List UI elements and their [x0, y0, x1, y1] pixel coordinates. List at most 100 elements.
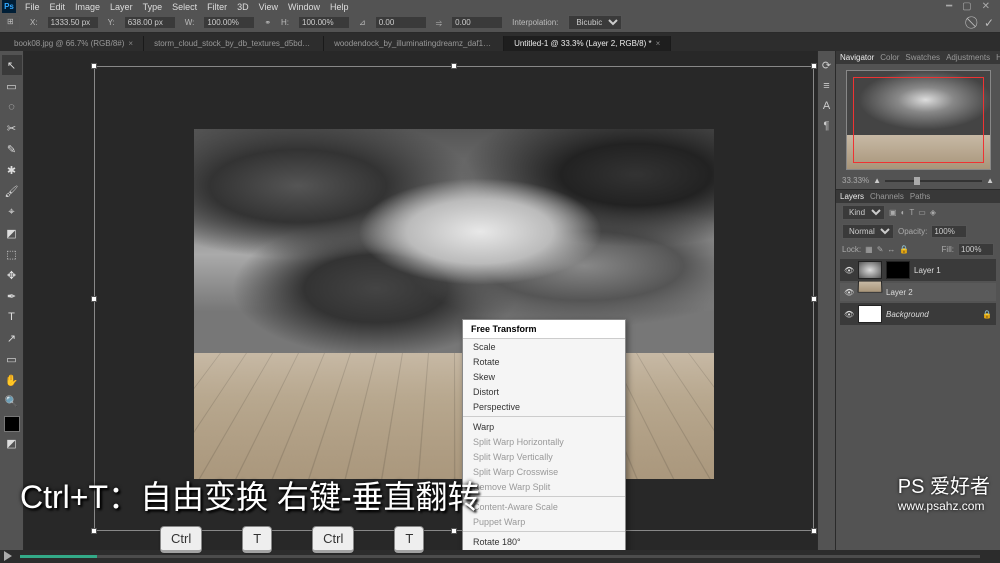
menu-edit[interactable]: Edit — [45, 2, 71, 12]
fill-input[interactable] — [958, 243, 994, 256]
play-icon[interactable] — [4, 551, 12, 561]
zoom-tool[interactable]: 🔍 — [2, 391, 22, 411]
doc-tab-active[interactable]: Untitled-1 @ 33.3% (Layer 2, RGB/8) *× — [504, 36, 671, 51]
layer-filter-kind[interactable]: Kind — [842, 205, 885, 220]
type-tool[interactable]: T — [2, 307, 22, 327]
layer-name[interactable]: Layer 2 — [886, 288, 913, 297]
filter-img-icon[interactable]: ▣ — [889, 208, 897, 217]
menu-file[interactable]: File — [20, 2, 45, 12]
panel-tab-channels[interactable]: Channels — [870, 192, 904, 201]
lock-trans-icon[interactable]: ▦ — [865, 245, 873, 254]
menu-window[interactable]: Window — [283, 2, 325, 12]
visibility-icon[interactable]: 👁 — [844, 266, 854, 275]
layer-row-selected[interactable]: 👁 Layer 2 — [840, 283, 996, 301]
menu-3d[interactable]: 3D — [232, 2, 254, 12]
character-icon[interactable]: A — [823, 100, 830, 112]
menu-select[interactable]: Select — [167, 2, 202, 12]
hand-tool[interactable]: ✋ — [2, 370, 22, 390]
shape-tool[interactable]: ▭ — [2, 349, 22, 369]
quickmask-icon[interactable]: ◩ — [2, 433, 22, 453]
ctx-perspective[interactable]: Perspective — [463, 399, 625, 414]
skew-input[interactable] — [452, 17, 502, 28]
lock-pixels-icon[interactable]: ✎ — [877, 245, 884, 254]
move-tool[interactable]: ↖ — [2, 55, 22, 75]
minimize-icon[interactable]: ━ — [946, 1, 952, 12]
layer-name[interactable]: Layer 1 — [914, 266, 941, 275]
panel-tab-paths[interactable]: Paths — [910, 192, 930, 201]
filter-type-icon[interactable]: T — [909, 208, 914, 217]
angle-input[interactable] — [376, 17, 426, 28]
panel-tab-layers[interactable]: Layers — [840, 192, 864, 201]
heal-tool[interactable]: ✱ — [2, 160, 22, 180]
commit-transform-icon[interactable]: ✓ — [984, 16, 994, 30]
doc-tab[interactable]: woodendock_by_illuminatingdreamz_daf19ph… — [324, 36, 504, 51]
brush-tool[interactable]: 🖌 — [2, 181, 22, 201]
filter-smart-icon[interactable]: ◈ — [930, 208, 936, 217]
layer-row[interactable]: 👁 Background 🔒 — [840, 303, 996, 325]
visibility-icon[interactable]: 👁 — [844, 288, 854, 297]
transform-handle[interactable] — [91, 528, 97, 534]
transform-handle[interactable] — [811, 528, 817, 534]
filter-adj-icon[interactable]: ◐ — [901, 208, 906, 217]
dodge-tool[interactable]: ✥ — [2, 265, 22, 285]
panel-tab-swatches[interactable]: Swatches — [905, 53, 940, 62]
lock-all-icon[interactable]: 🔒 — [899, 245, 909, 254]
lasso-tool[interactable]: ◌ — [2, 97, 22, 117]
panel-tab-color[interactable]: Color — [880, 53, 899, 62]
transform-reference-icon[interactable]: ⊞ — [6, 16, 20, 30]
menu-image[interactable]: Image — [70, 2, 105, 12]
pen-tool[interactable]: ✒ — [2, 286, 22, 306]
panel-tab-navigator[interactable]: Navigator — [840, 53, 874, 62]
layer-name[interactable]: Background — [886, 310, 929, 319]
marquee-tool[interactable]: ▭ — [2, 76, 22, 96]
transform-handle[interactable] — [451, 528, 457, 534]
eyedropper-tool[interactable]: ✎ — [2, 139, 22, 159]
menu-view[interactable]: View — [254, 2, 283, 12]
ctx-skew[interactable]: Skew — [463, 369, 625, 384]
link-icon[interactable]: ⚭ — [264, 18, 271, 27]
transform-handle[interactable] — [451, 63, 457, 69]
w-input[interactable] — [204, 17, 254, 28]
ctx-rotate[interactable]: Rotate — [463, 354, 625, 369]
ctx-distort[interactable]: Distort — [463, 384, 625, 399]
lock-pos-icon[interactable]: ↔ — [887, 245, 895, 254]
path-tool[interactable]: ↗ — [2, 328, 22, 348]
zoom-slider[interactable] — [885, 180, 982, 182]
history-icon[interactable]: ⟳ — [822, 59, 831, 72]
ctx-warp[interactable]: Warp — [463, 419, 625, 434]
zoom-in-icon[interactable]: ▲ — [986, 176, 994, 185]
blend-mode-select[interactable]: Normal — [842, 224, 894, 239]
doc-tab[interactable]: storm_cloud_stock_by_db_textures_d5bdkvn… — [144, 36, 324, 51]
h-input[interactable] — [299, 17, 349, 28]
doc-tab[interactable]: book08.jpg @ 66.7% (RGB/8#)× — [4, 36, 144, 51]
gradient-tool[interactable]: ⬚ — [2, 244, 22, 264]
zoom-out-icon[interactable]: ▲ — [873, 176, 881, 185]
ctx-rotate-180[interactable]: Rotate 180° — [463, 534, 625, 549]
opacity-input[interactable] — [931, 225, 967, 238]
stamp-tool[interactable]: ⌖ — [2, 202, 22, 222]
y-input[interactable] — [125, 17, 175, 28]
panel-tab-histogram[interactable]: Histogram — [996, 53, 1000, 62]
transform-handle[interactable] — [811, 296, 817, 302]
visibility-icon[interactable]: 👁 — [844, 310, 854, 319]
menu-help[interactable]: Help — [325, 2, 354, 12]
x-input[interactable] — [48, 17, 98, 28]
menu-filter[interactable]: Filter — [202, 2, 232, 12]
filter-shape-icon[interactable]: ▭ — [918, 208, 926, 217]
ctx-scale[interactable]: Scale — [463, 339, 625, 354]
panel-tab-adjustments[interactable]: Adjustments — [946, 53, 990, 62]
close-icon[interactable]: ✕ — [982, 1, 990, 12]
menu-type[interactable]: Type — [138, 2, 168, 12]
interp-select[interactable]: Bicubic — [568, 15, 622, 30]
navigator-thumbnail[interactable] — [846, 70, 991, 170]
layer-row[interactable]: 👁 Layer 1 — [840, 259, 996, 281]
properties-icon[interactable]: ≡ — [823, 80, 829, 92]
transform-handle[interactable] — [91, 296, 97, 302]
eraser-tool[interactable]: ◩ — [2, 223, 22, 243]
progress-track[interactable] — [20, 555, 980, 558]
paragraph-icon[interactable]: ¶ — [824, 120, 830, 132]
menu-layer[interactable]: Layer — [105, 2, 138, 12]
transform-handle[interactable] — [811, 63, 817, 69]
transform-handle[interactable] — [91, 63, 97, 69]
color-swatch[interactable] — [4, 416, 20, 432]
